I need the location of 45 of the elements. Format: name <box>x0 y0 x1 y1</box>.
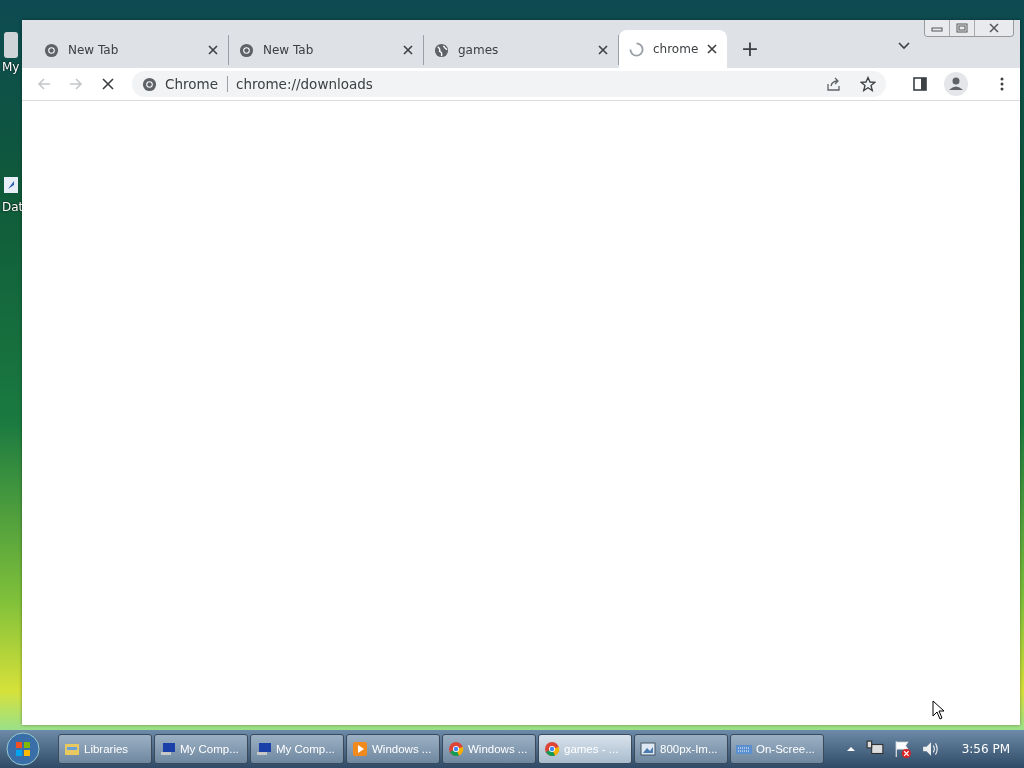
maximize-icon <box>956 23 968 33</box>
taskbar-button[interactable]: My Comp... <box>154 734 248 764</box>
chrome-logo-icon <box>142 76 157 92</box>
taskbar-button[interactable]: Windows ... <box>442 734 536 764</box>
side-panel-icon[interactable] <box>912 76 928 92</box>
close-tab-icon[interactable] <box>403 45 413 55</box>
site-chip-label: Chrome <box>165 76 228 92</box>
show-hidden-icons-icon[interactable] <box>845 746 856 752</box>
desktop-icon-label[interactable]: Dat <box>2 200 24 214</box>
chevron-down-icon[interactable] <box>898 42 910 50</box>
play-icon <box>352 741 368 757</box>
flag-error-icon[interactable] <box>893 740 912 758</box>
new-tab-button[interactable]: + <box>735 33 765 63</box>
taskbar-button[interactable]: On-Scree... <box>730 734 824 764</box>
star-icon[interactable] <box>860 76 876 92</box>
share-icon[interactable] <box>826 76 842 92</box>
chrome-logo-icon <box>239 42 254 58</box>
profile-avatar-icon[interactable] <box>944 72 968 96</box>
close-tab-icon[interactable] <box>598 45 608 55</box>
browser-tab[interactable]: New Tab <box>229 35 424 65</box>
browser-tab[interactable]: chrome <box>619 30 727 68</box>
mouse-pointer-icon <box>932 700 944 720</box>
close-tab-icon[interactable] <box>208 45 218 55</box>
stop-loading-icon[interactable] <box>100 76 116 92</box>
chrome-logo-icon <box>44 42 59 58</box>
clock-time[interactable]: 3:56 PM <box>961 742 1010 756</box>
loading-spinner-icon <box>629 41 644 57</box>
taskbar-button[interactable]: 800px-Im... <box>634 734 728 764</box>
browser-tab[interactable]: New Tab <box>34 35 229 65</box>
close-window-button[interactable] <box>975 20 1013 36</box>
taskbar-button[interactable]: My Comp... <box>250 734 344 764</box>
start-button[interactable] <box>6 732 40 766</box>
address-bar[interactable]: Chrome chrome://downloads <box>132 71 886 97</box>
taskbar-button[interactable]: Libraries <box>58 734 152 764</box>
speaker-icon[interactable] <box>921 740 940 758</box>
taskbar-button[interactable]: Windows ... <box>346 734 440 764</box>
image-icon <box>640 741 656 757</box>
globe-icon <box>434 42 449 58</box>
close-tab-icon[interactable] <box>707 44 718 54</box>
desktop-icon-label[interactable]: My <box>2 60 20 74</box>
chrome-logo-icon <box>544 741 560 757</box>
chrome-logo-icon <box>448 741 464 757</box>
folder-icon <box>64 741 80 757</box>
url-text: chrome://downloads <box>235 76 373 92</box>
close-icon <box>988 23 1000 33</box>
